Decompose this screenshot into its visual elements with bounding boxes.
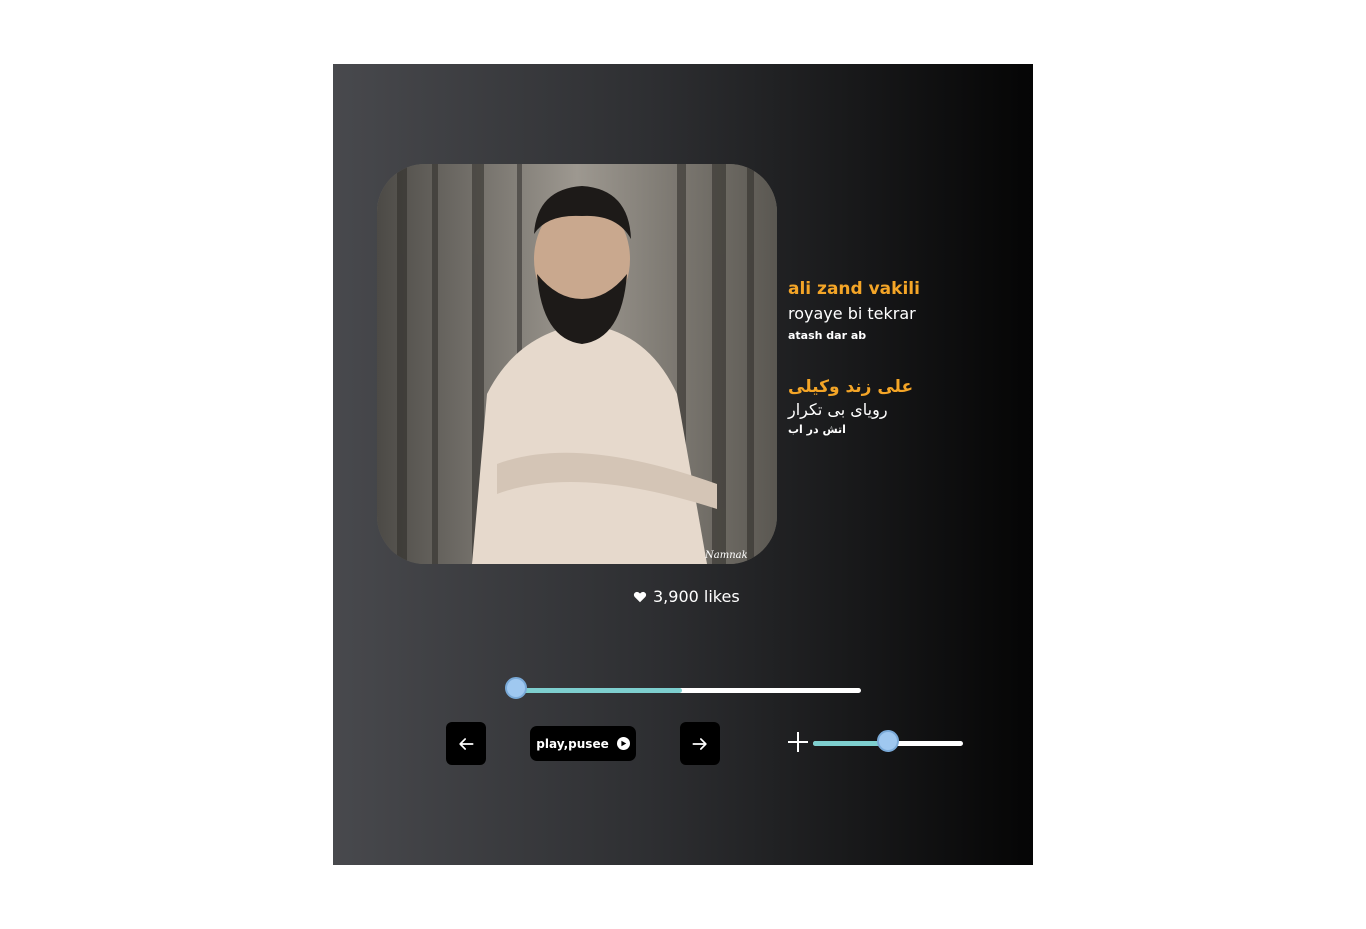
cover-watermark: Namnak: [704, 550, 748, 561]
artist-name: ali zand vakili: [788, 279, 920, 299]
track-info-fa: علی زند وکیلی رویای بی تکرار اتش در اب: [788, 377, 1028, 436]
previous-button[interactable]: [446, 722, 486, 765]
progress-slider[interactable]: [505, 677, 861, 699]
next-button[interactable]: [680, 722, 720, 765]
progress-fill: [516, 688, 682, 693]
plus-icon[interactable]: [787, 731, 809, 753]
song-title: royaye bi tekrar: [788, 304, 916, 323]
album-name-fa: اتش در اب: [788, 423, 846, 436]
play-label: play,pusee: [536, 736, 609, 751]
music-player-card: Namnak ali zand vakili royaye bi tekrar …: [333, 64, 1033, 865]
likes-counter[interactable]: 3,900 likes: [633, 587, 740, 606]
volume-thumb[interactable]: [877, 730, 899, 752]
heart-icon: [633, 591, 647, 602]
likes-label: 3,900 likes: [653, 587, 740, 606]
play-pause-button[interactable]: play,pusee: [530, 726, 636, 761]
progress-thumb[interactable]: [505, 677, 527, 699]
album-cover-image: Namnak: [377, 164, 777, 564]
play-circle-icon: [616, 737, 630, 750]
album-name: atash dar ab: [788, 329, 867, 342]
arrow-right-icon: [692, 737, 707, 750]
artist-name-fa: علی زند وکیلی: [788, 377, 914, 397]
track-info-en: ali zand vakili royaye bi tekrar atash d…: [788, 279, 1028, 342]
song-title-fa: رویای بی تکرار: [788, 400, 888, 419]
volume-slider[interactable]: [813, 730, 963, 752]
arrow-left-icon: [459, 737, 474, 750]
